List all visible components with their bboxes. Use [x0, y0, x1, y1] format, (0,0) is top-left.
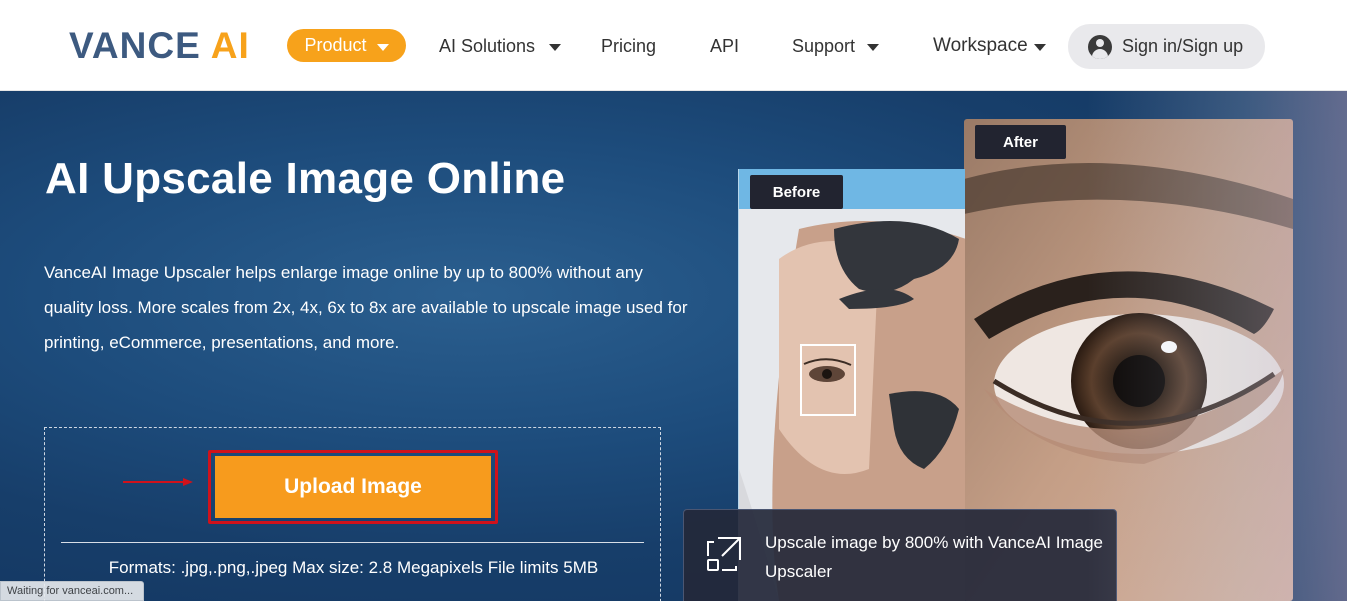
nav-product-label: Product	[304, 35, 367, 55]
user-avatar-icon	[1088, 34, 1112, 59]
upload-image-button[interactable]: Upload Image	[215, 456, 491, 518]
caret-down-icon	[549, 44, 562, 51]
upscale-caption-text: Upscale image by 800% with VanceAI Image…	[765, 533, 1103, 581]
after-tag: After	[975, 125, 1066, 159]
nav-ai-solutions-label: AI Solutions	[439, 35, 536, 56]
nav-support[interactable]: Support	[792, 30, 880, 62]
nav-pricing[interactable]: Pricing	[601, 30, 656, 62]
nav-api[interactable]: API	[710, 30, 739, 62]
hero-description: VanceAI Image Upscaler helps enlarge ima…	[44, 263, 688, 352]
signin-label: Sign in/Sign up	[1122, 36, 1244, 56]
hero-section: AI Upscale Image Online VanceAI Image Up…	[0, 91, 1347, 601]
formats-info: Formats: .jpg,.png,.jpeg Max size: 2.8 M…	[108, 558, 599, 577]
caret-down-icon	[376, 43, 389, 51]
caret-down-icon	[867, 44, 880, 51]
nav-ai-solutions[interactable]: AI Solutions	[439, 30, 562, 62]
nav-workspace[interactable]: Workspace	[933, 30, 1046, 62]
upscale-caption-card: Upscale image by 800% with VanceAI Image…	[683, 509, 1117, 601]
caret-down-icon	[1033, 44, 1046, 51]
nav-pricing-label: Pricing	[601, 35, 657, 56]
top-navigation: VANCE AI Product AI Solutions Pricing AP…	[0, 0, 1347, 91]
expand-icon	[707, 537, 741, 571]
nav-product-button[interactable]: Product	[287, 29, 406, 62]
nav-api-label: API	[710, 35, 740, 56]
before-tag: Before	[750, 175, 843, 209]
page-title: AI Upscale Image Online	[45, 154, 566, 203]
nav-workspace-label: Workspace	[933, 35, 1028, 56]
logo-text-ai: AI	[210, 25, 250, 66]
nav-support-label: Support	[792, 35, 856, 56]
divider	[61, 542, 644, 543]
logo-text-vance: VANCE	[69, 25, 201, 66]
browser-status-bar: Waiting for vanceai.com...	[0, 581, 145, 601]
vanceai-logo[interactable]: VANCE AI	[69, 25, 250, 66]
signin-button[interactable]: Sign in/Sign up	[1068, 24, 1265, 69]
arrow-right-icon	[123, 478, 193, 486]
